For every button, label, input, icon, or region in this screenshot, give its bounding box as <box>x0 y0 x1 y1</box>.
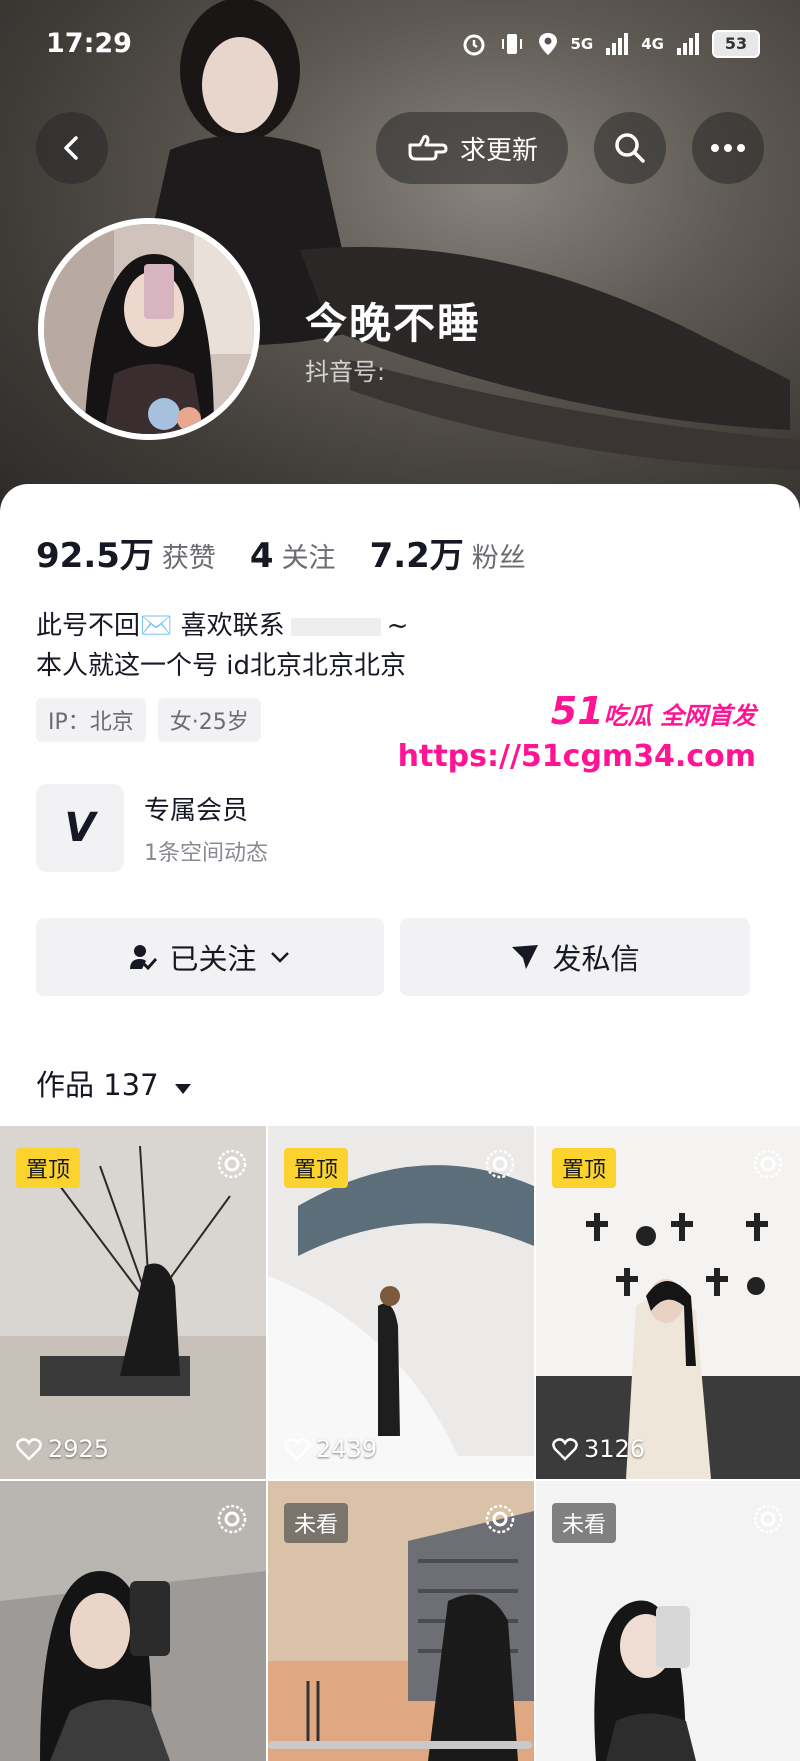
video-thumbnail[interactable] <box>0 1481 266 1761</box>
stat-following[interactable]: 4 关注 <box>250 536 336 576</box>
caret-down-icon <box>174 1084 191 1094</box>
following-button[interactable]: 已关注 <box>36 918 384 996</box>
stat-followers[interactable]: 7.2万 粉丝 <box>370 528 526 577</box>
live-ring-icon <box>217 1504 247 1534</box>
live-ring-icon <box>485 1504 515 1534</box>
watermark-brand: 51吃瓜 全网首发 <box>398 689 756 733</box>
works-label: 作品 137 <box>36 1068 159 1102</box>
tag-gender-age: 女·25岁 <box>157 698 261 742</box>
pinned-badge: 置顶 <box>16 1148 81 1188</box>
douyin-id-label: 抖音号: <box>305 358 386 386</box>
search-button[interactable] <box>594 112 666 184</box>
following-label: 已关注 <box>169 942 257 976</box>
video-grid: 置顶 2925 置顶 2439 置顶 3126 未看 未看 <box>0 1126 800 1761</box>
profile-tags: IP：北京 女·25岁 <box>36 698 261 742</box>
vip-subtitle: 1条空间动态 <box>144 840 268 866</box>
stat-followers-value: 7.2万 <box>369 536 464 576</box>
vibrate-icon <box>501 34 522 54</box>
status-bar: 17:29 5G 4G 53 <box>46 28 760 64</box>
video-thumbnail[interactable]: 未看 <box>536 1481 800 1761</box>
chevron-left-icon <box>64 136 78 160</box>
vip-text: 专属会员 1条空间动态 <box>144 790 268 867</box>
heart-icon <box>16 1438 42 1461</box>
back-button[interactable] <box>36 112 108 184</box>
request-update-label: 求更新 <box>459 135 538 166</box>
pinned-badge: 置顶 <box>552 1148 617 1188</box>
bio: 此号不回✉️ 喜欢联系 ~ 本人就这一个号 id北京北京北京 <box>36 606 408 686</box>
video-thumbnail[interactable]: 置顶 2439 <box>268 1126 534 1479</box>
avatar[interactable] <box>38 218 260 440</box>
stat-likes-label: 获赞 <box>161 543 216 574</box>
heart-icon <box>284 1438 310 1461</box>
network-5g-label: 5G <box>570 35 594 53</box>
like-count-value: 3126 <box>584 1435 646 1463</box>
unwatched-badge: 未看 <box>284 1503 349 1543</box>
like-count-value: 2439 <box>316 1435 378 1463</box>
stat-likes-value: 92.5万 <box>36 536 154 576</box>
stat-followers-label: 粉丝 <box>471 543 526 574</box>
pointing-hand-icon <box>408 135 448 161</box>
stat-following-value: 4 <box>249 536 274 576</box>
video-thumbnail[interactable]: 置顶 2925 <box>0 1126 266 1479</box>
heart-icon <box>552 1438 578 1461</box>
bio-line-2: 本人就这一个号 id北京北京北京 <box>36 651 406 681</box>
bio-blurred-area <box>290 617 381 636</box>
username: 今晚不睡 <box>305 299 482 348</box>
video-thumbnail[interactable]: 置顶 3126 <box>536 1126 800 1479</box>
signal-icon-2 <box>677 33 699 55</box>
like-count: 2439 <box>284 1435 377 1463</box>
stat-likes[interactable]: 92.5万 获赞 <box>36 528 216 577</box>
stat-following-label: 关注 <box>281 543 336 574</box>
video-thumbnail[interactable]: 未看 <box>268 1481 534 1761</box>
like-count-value: 2925 <box>48 1435 110 1463</box>
avatar-image <box>44 224 254 434</box>
tag-ip: IP：北京 <box>36 698 146 742</box>
more-dots-icon <box>711 144 745 152</box>
bio-line-1-tail: ~ <box>386 611 409 641</box>
live-ring-icon <box>753 1504 783 1534</box>
vip-title: 专属会员 <box>144 795 249 826</box>
live-ring-icon <box>217 1149 247 1179</box>
live-ring-icon <box>753 1149 783 1179</box>
status-time: 17:29 <box>46 28 132 59</box>
stats-row: 92.5万 获赞 4 关注 7.2万 粉丝 <box>36 528 526 577</box>
watermark-brand-suffix: 吃瓜 全网首发 <box>603 702 756 730</box>
watermark-brand-number: 51 <box>550 689 604 733</box>
chevron-down-icon <box>270 952 289 963</box>
alarm-icon <box>463 34 484 56</box>
unwatched-badge: 未看 <box>552 1503 617 1543</box>
watermark-url: https://51cgm34.com <box>397 739 756 774</box>
bio-line-1-text: 此号不回✉️ 喜欢联系 <box>36 611 285 641</box>
user-check-icon <box>130 945 158 971</box>
message-button[interactable]: 发私信 <box>400 918 750 996</box>
status-icons: 5G 4G 53 <box>461 30 760 58</box>
profile-card: 92.5万 获赞 4 关注 7.2万 粉丝 此号不回✉️ 喜欢联系 ~ 本人就这一个号 … <box>0 484 800 1761</box>
more-button[interactable] <box>692 112 764 184</box>
location-icon <box>538 33 557 55</box>
vip-icon: V <box>36 784 124 872</box>
works-tab[interactable]: 作品 137 <box>36 1062 192 1104</box>
bio-line-1: 此号不回✉️ 喜欢联系 ~ <box>36 606 408 646</box>
vip-entry[interactable]: V 专属会员 1条空间动态 <box>36 784 268 872</box>
like-count: 3126 <box>552 1435 645 1463</box>
pinned-badge: 置顶 <box>284 1148 349 1188</box>
send-icon <box>512 945 539 969</box>
search-icon <box>615 133 645 163</box>
live-ring-icon <box>485 1149 515 1179</box>
home-indicator[interactable] <box>268 1741 532 1749</box>
message-label: 发私信 <box>552 942 640 976</box>
douyin-id: 抖音号: <box>305 352 385 387</box>
profile-header: 17:29 5G 4G 53 求更新 今晚不睡 抖音号: <box>0 0 800 520</box>
request-update-button[interactable]: 求更新 <box>376 112 568 184</box>
watermark: 51吃瓜 全网首发 https://51cgm34.com <box>398 689 756 774</box>
battery-icon: 53 <box>712 30 760 58</box>
network-4g-label: 4G <box>641 35 664 53</box>
like-count: 2925 <box>16 1435 109 1463</box>
signal-icon <box>606 33 629 55</box>
cover-photo <box>150 0 800 470</box>
